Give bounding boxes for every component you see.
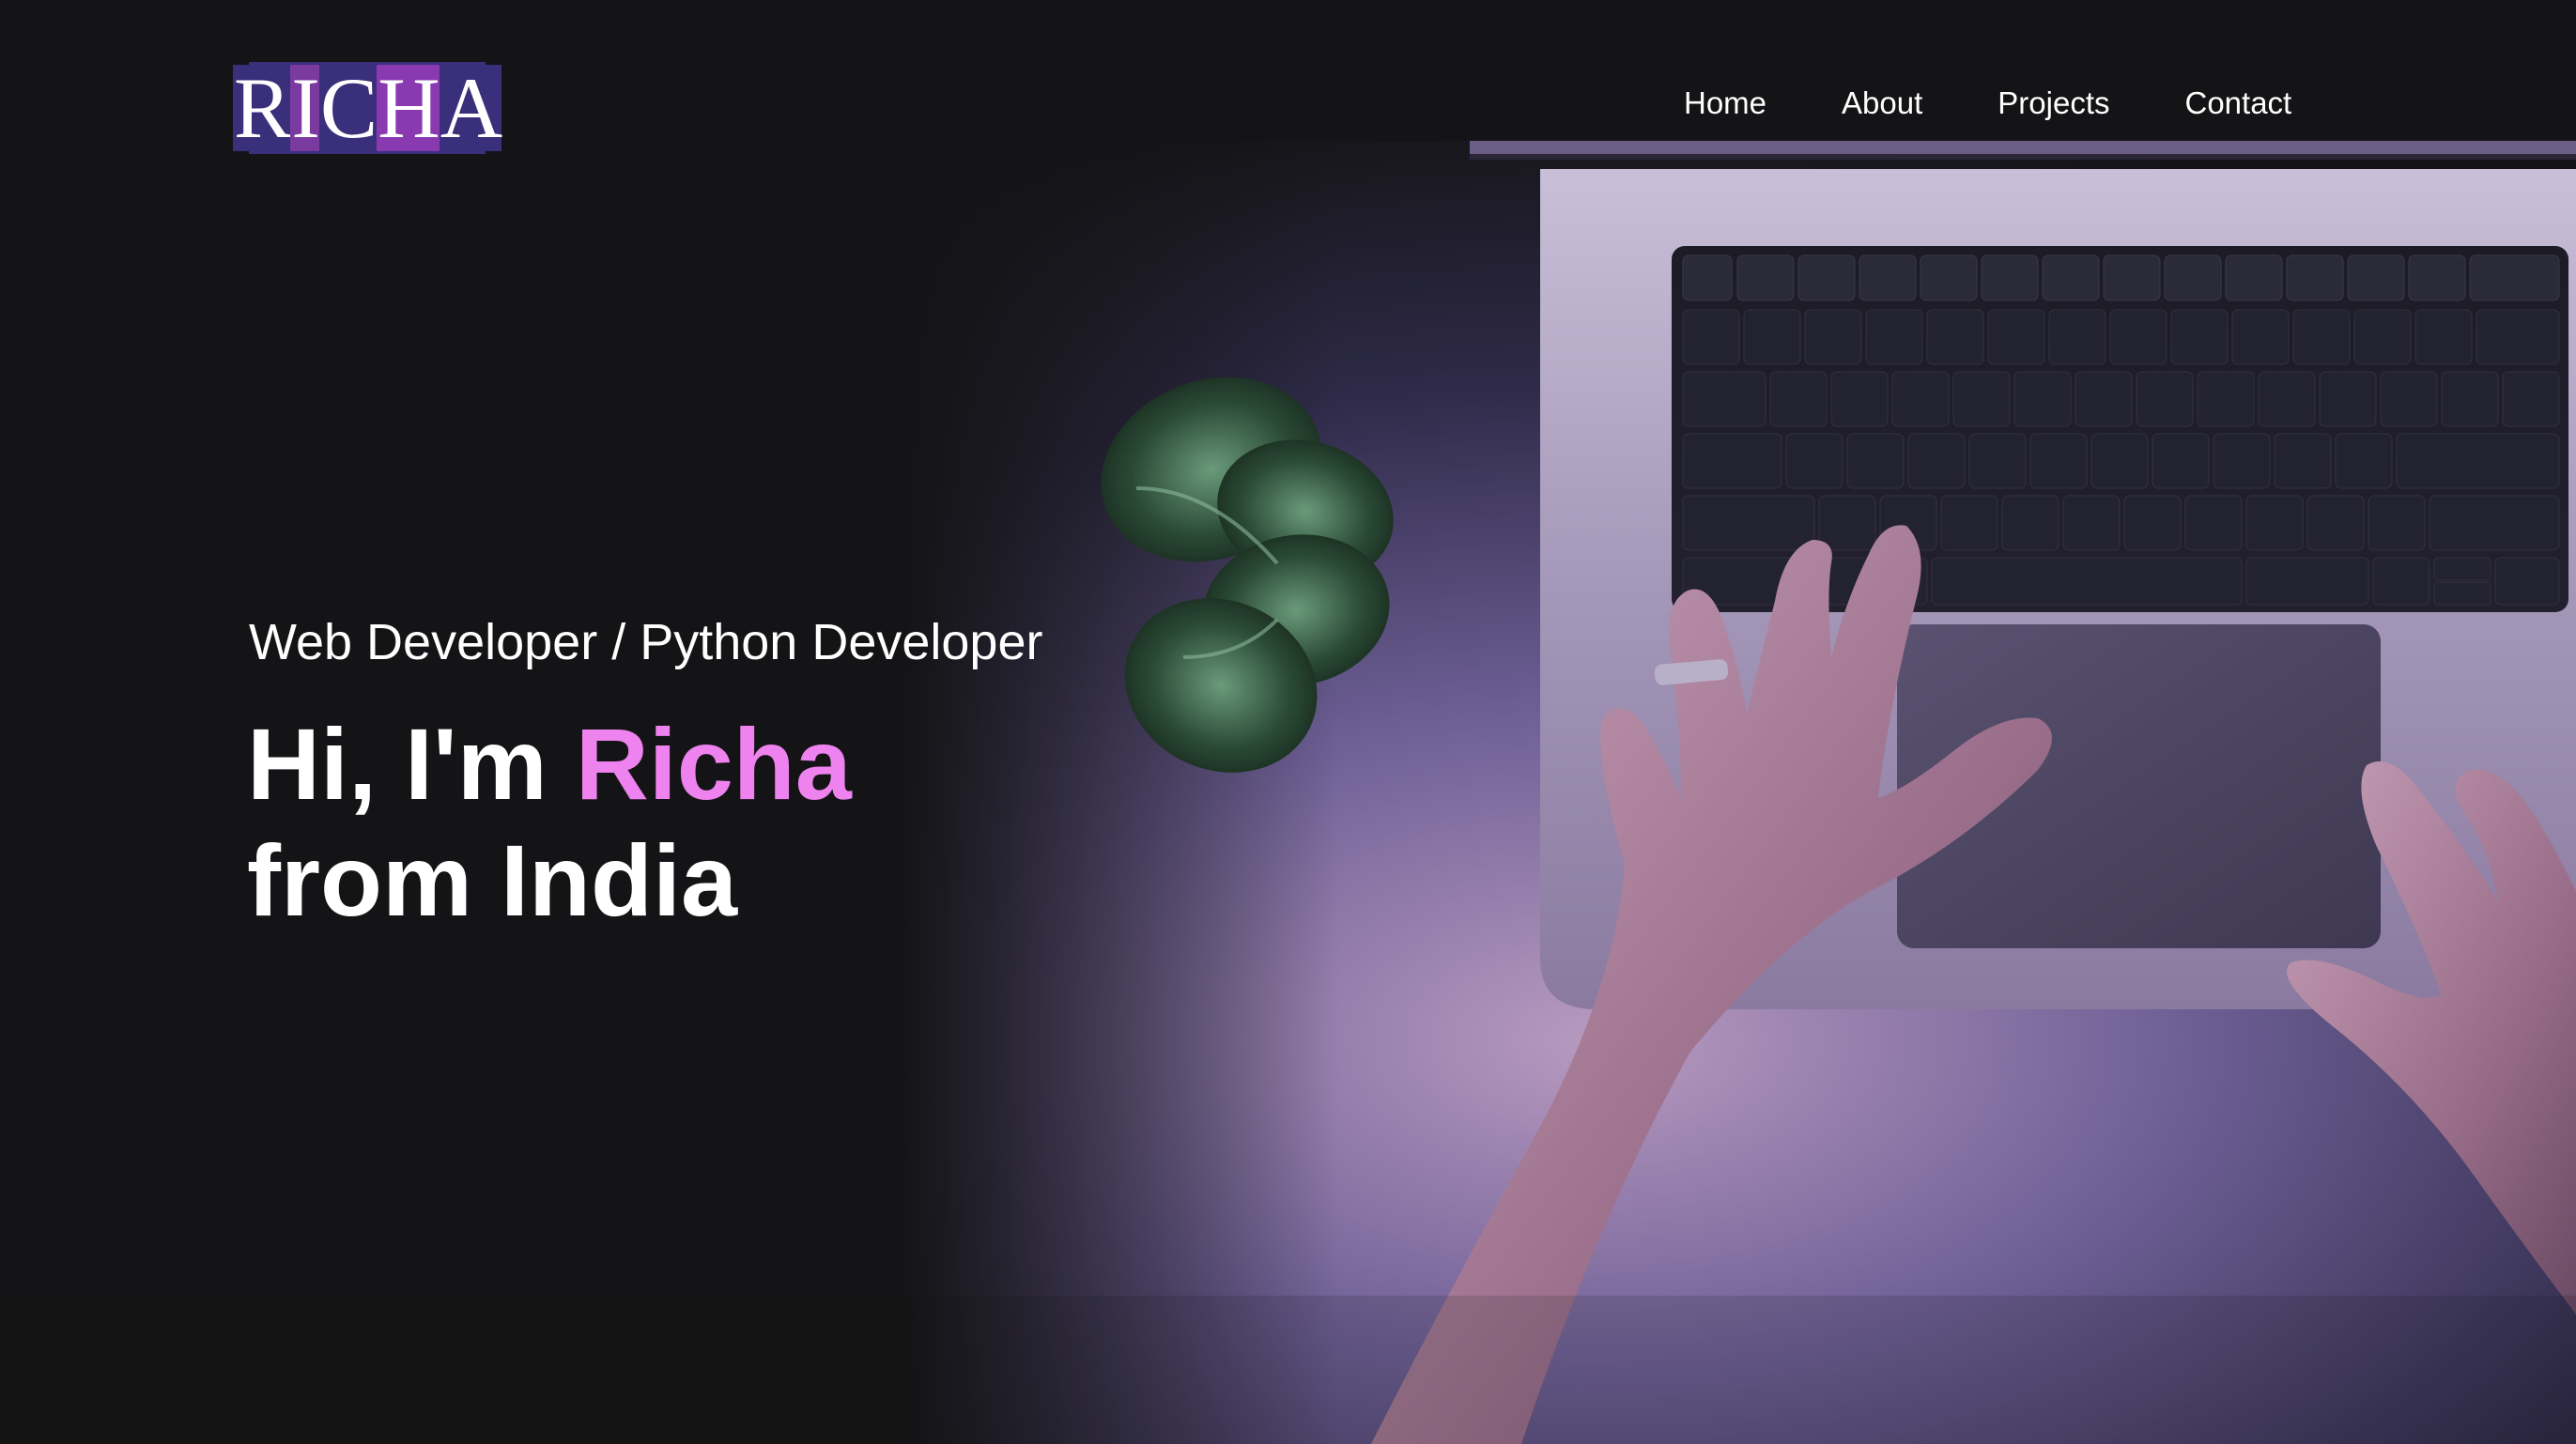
logo-letter: A — [439, 60, 502, 156]
logo-letter: R — [232, 60, 291, 156]
portfolio-page: RICHA Home About Projects Contact Web De… — [0, 0, 2576, 1444]
nav-link-home[interactable]: Home — [1684, 83, 1766, 124]
logo-letter: I — [290, 60, 320, 156]
hero-headline: Hi, I'm Richa from India — [247, 706, 852, 939]
hero-location: from India — [247, 823, 738, 937]
hero-name: Richa — [575, 707, 852, 821]
site-logo[interactable]: RICHA — [232, 62, 502, 154]
logo-letter: H — [377, 60, 440, 156]
logo-wordmark: RICHA — [232, 60, 502, 156]
hero-subtitle: Web Developer / Python Developer — [249, 614, 1043, 670]
nav-link-contact[interactable]: Contact — [2185, 83, 2292, 124]
logo-letter: C — [318, 60, 378, 156]
nav-link-projects[interactable]: Projects — [1998, 83, 2109, 124]
hero-greeting: Hi, I'm — [247, 707, 576, 821]
nav-link-about[interactable]: About — [1842, 83, 1922, 124]
main-nav: Home About Projects Contact — [1684, 83, 2291, 124]
